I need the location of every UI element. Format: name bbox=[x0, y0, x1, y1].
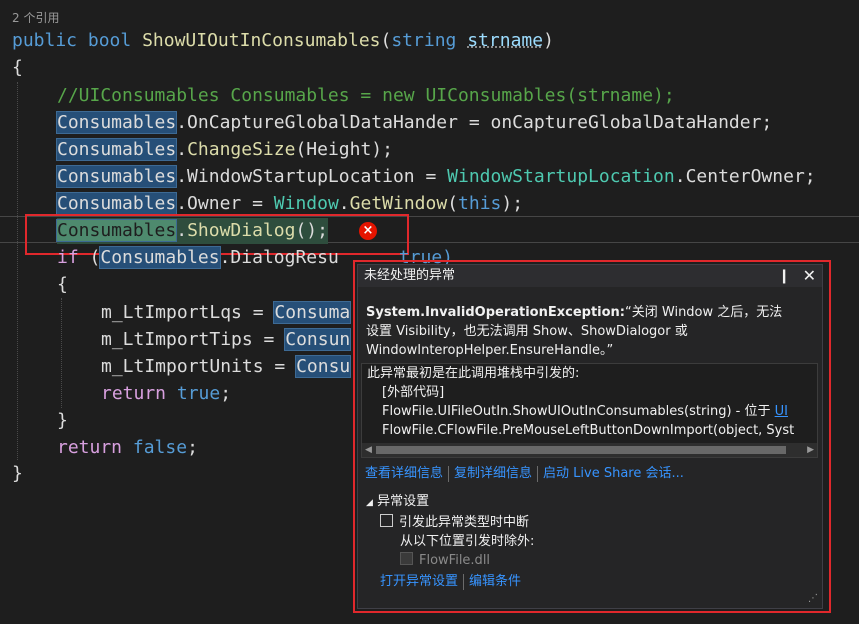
code-line-2: { bbox=[12, 57, 23, 78]
code-line-16: return false; bbox=[57, 437, 198, 458]
code-line-comment: //UIConsumables Consumables = new UICons… bbox=[57, 85, 675, 106]
code-line-4: Consumables.OnCaptureGlobalDataHander = … bbox=[55, 111, 773, 134]
code-line-17: } bbox=[12, 463, 23, 484]
code-line-11: m_LtImportLqs = Consuma bbox=[101, 301, 352, 324]
highlight-box-popup bbox=[353, 260, 831, 613]
indent-guide bbox=[61, 298, 62, 408]
code-line-15: } bbox=[57, 410, 68, 431]
code-line-10: { bbox=[57, 274, 68, 295]
code-line-13: m_LtImportUnits = Consu bbox=[101, 355, 352, 378]
code-line-1: public bool ShowUIOutInConsumables(strin… bbox=[12, 30, 554, 51]
code-line-12: m_LtImportTips = Consun bbox=[101, 328, 352, 351]
code-line-14: return true; bbox=[101, 383, 232, 404]
code-line-5: Consumables.ChangeSize(Height); bbox=[55, 138, 393, 161]
code-line-6: Consumables.WindowStartupLocation = Wind… bbox=[55, 165, 816, 188]
codelens-references[interactable]: 2 个引用 bbox=[12, 9, 59, 26]
indent-guide bbox=[17, 82, 18, 460]
